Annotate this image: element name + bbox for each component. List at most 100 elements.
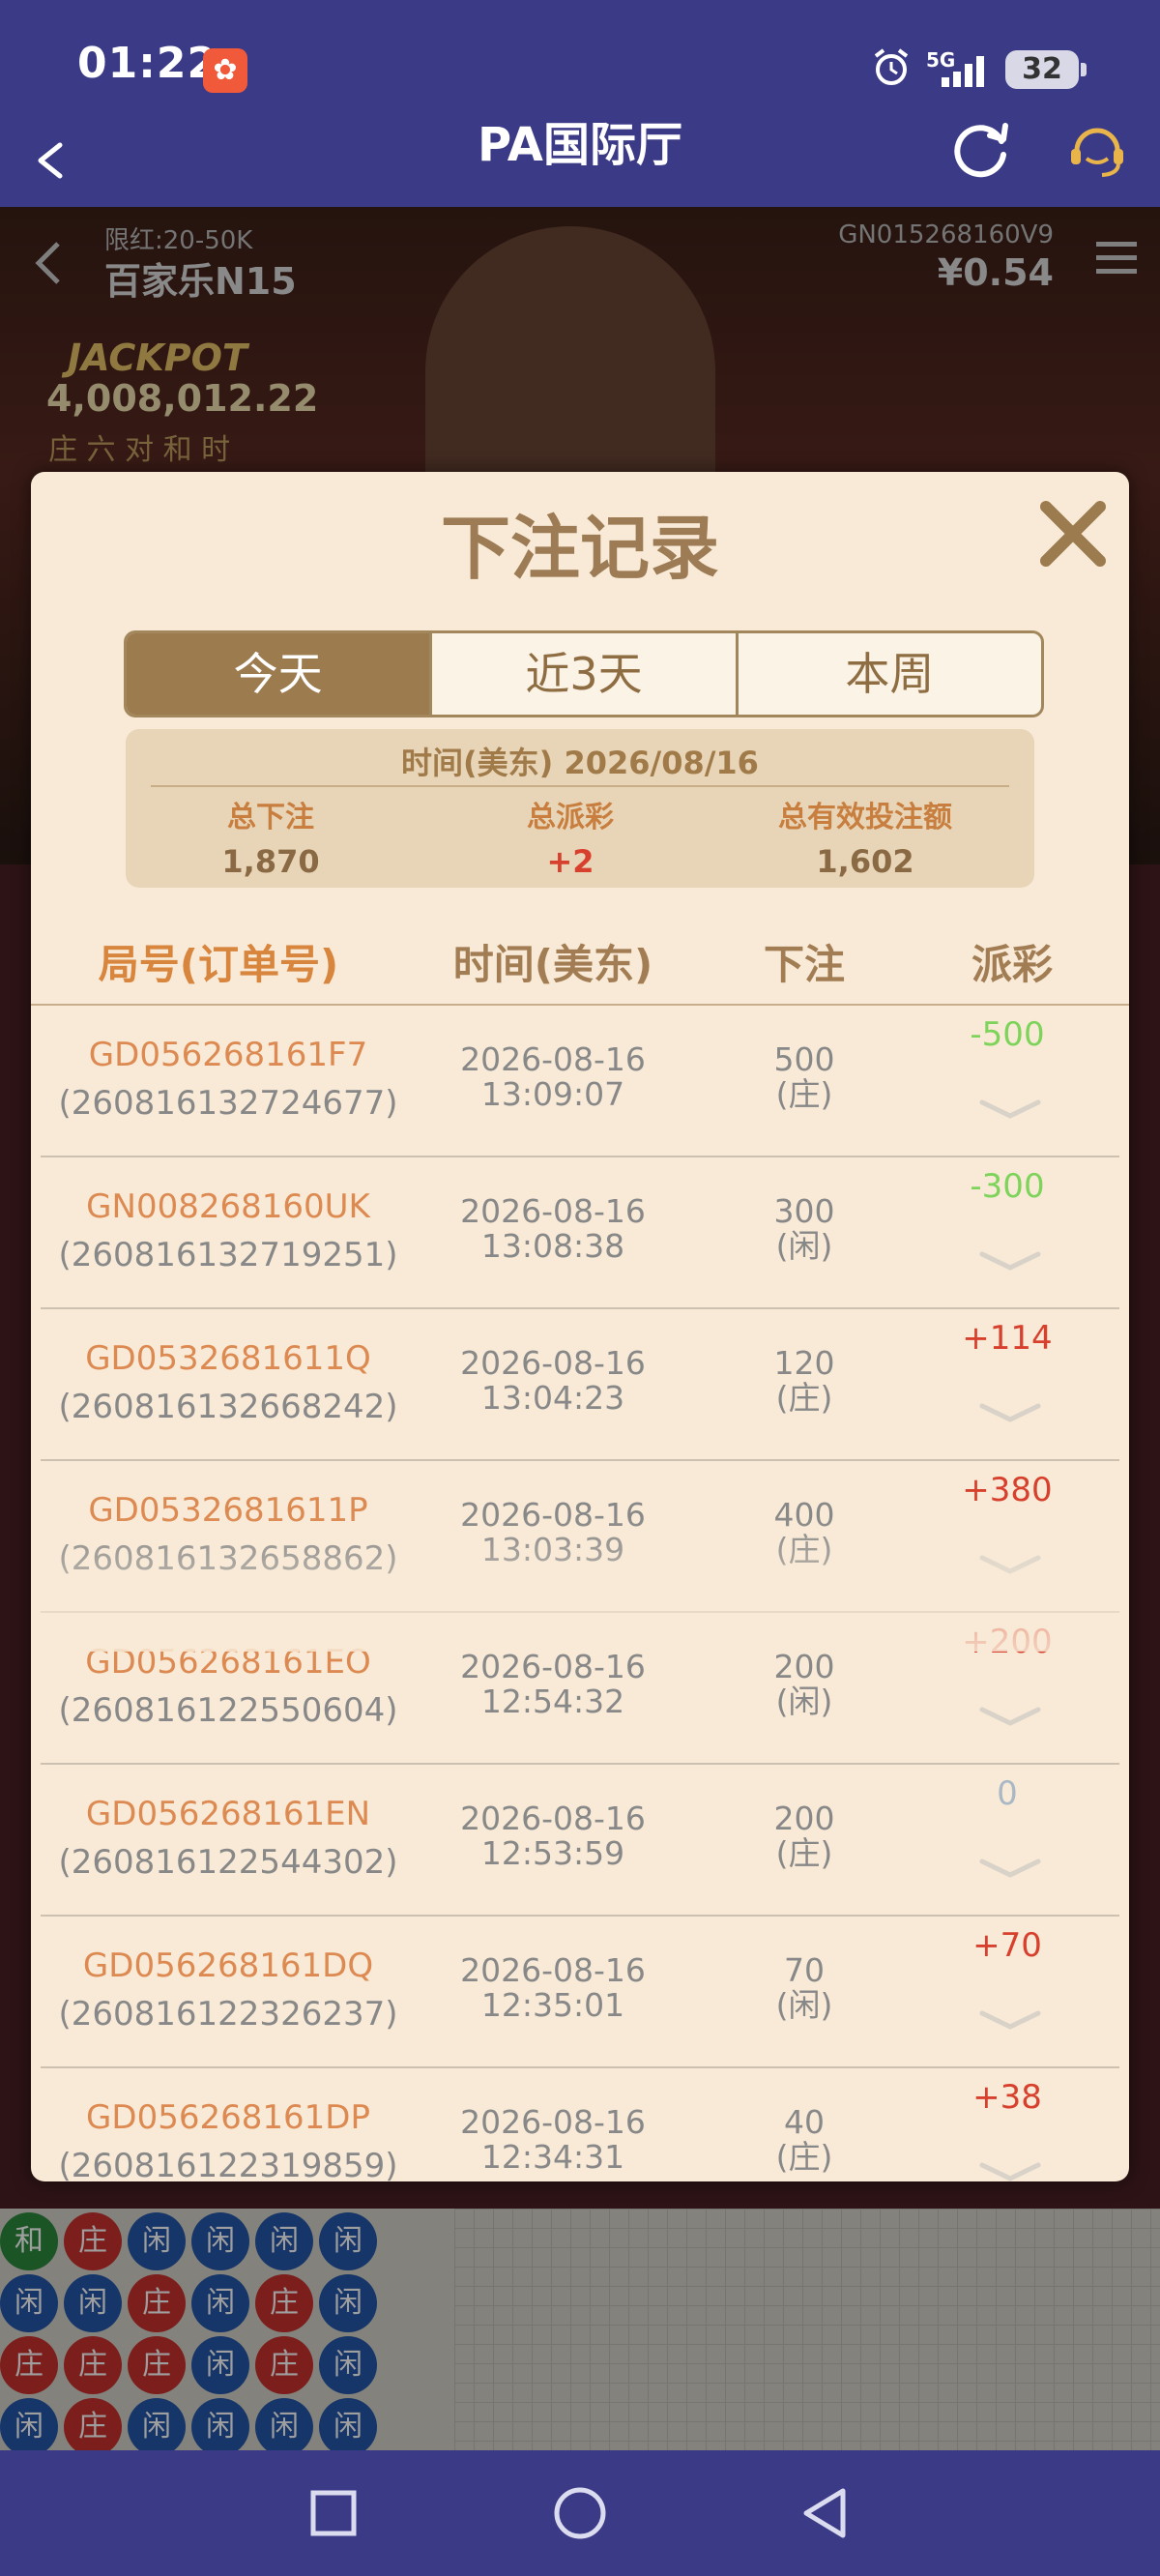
chevron-down-icon[interactable]: [976, 1854, 1044, 1883]
round-cell: GD0532681611Q (260816132668242): [41, 1334, 416, 1431]
total-valid-label: 总有效投注额: [778, 801, 952, 834]
bet-side: (庄): [775, 1834, 833, 1872]
table-row[interactable]: GD0532681611Q (260816132668242) 2026-08-16…: [41, 1309, 1119, 1461]
dialog-title: 下注记录: [440, 508, 719, 589]
payout-value: +114: [962, 1319, 1053, 1358]
bet-amount: 120: [773, 1344, 835, 1382]
summary-date: 时间(美东) 2026/08/16: [401, 745, 759, 781]
status-bar: 01:22 ✿ 5G 32: [0, 0, 1160, 116]
bet-cell: 70 (闲): [698, 1953, 911, 2023]
order-number: (260816122326237): [58, 1995, 398, 2034]
round-cell: GN008268160UK (260816132719251): [41, 1183, 416, 1279]
table-row[interactable]: GN008268160UK (260816132719251) 2026-08-16…: [41, 1157, 1119, 1309]
bet-side: (闲): [775, 1986, 833, 2024]
total-bet: 总下注 1,870: [164, 793, 377, 880]
bet-records-list[interactable]: GD056268161F7 (260816132724677) 2026-08-16…: [41, 1006, 1119, 2181]
bet-time: 12:53:59: [480, 1834, 625, 1872]
refresh-icon[interactable]: [947, 116, 1015, 184]
app-header: PA国际厅: [0, 116, 1160, 207]
bet-time: 13:09:07: [480, 1075, 625, 1113]
payout-value: +38: [972, 2078, 1042, 2117]
close-icon[interactable]: [1032, 493, 1114, 574]
bet-date: 2026-08-16: [460, 1800, 646, 1837]
bet-amount: 500: [773, 1040, 835, 1078]
bet-amount: 70: [784, 1951, 825, 1989]
column-header-round: 局号(订单号): [98, 941, 339, 988]
system-nav-bar: [0, 2450, 1160, 2576]
total-payout: 总派彩 +2: [464, 793, 677, 880]
round-cell: GD056268161EO (260816122550604): [41, 1638, 416, 1735]
bet-cell: 200 (庄): [698, 1801, 911, 1871]
table-row[interactable]: GD056268161DQ (260816122326237) 2026-08-16…: [41, 1917, 1119, 2068]
round-cell: GD056268161DQ (260816122326237): [41, 1942, 416, 2038]
status-time: 01:22: [77, 39, 218, 88]
total-bet-value: 1,870: [221, 843, 320, 880]
battery-icon: 32: [1005, 50, 1087, 89]
tab-this-week[interactable]: 本周: [739, 633, 1041, 715]
chevron-down-icon[interactable]: [976, 1702, 1044, 1731]
payout-value: +70: [972, 1926, 1042, 1965]
chevron-down-icon[interactable]: [976, 1550, 1044, 1579]
total-valid-bet: 总有效投注额 1,602: [725, 793, 1005, 880]
bet-time: 12:34:31: [480, 2138, 625, 2176]
bet-side: (庄): [775, 1531, 833, 1568]
time-cell: 2026-08-16 13:08:38: [408, 1194, 698, 1264]
bet-side: (庄): [775, 2138, 833, 2176]
home-icon[interactable]: [546, 2479, 614, 2547]
app-notification-icon: ✿: [203, 48, 247, 93]
bet-history-dialog: 下注记录 今天 近3天 本周 时间(美东) 2026/08/16 总下注 1,8…: [31, 472, 1129, 2181]
date-range-tabs: 今天 近3天 本周: [124, 630, 1044, 717]
bet-side: (庄): [775, 1379, 833, 1417]
customer-service-icon[interactable]: [1063, 116, 1131, 184]
chevron-down-icon[interactable]: [976, 2157, 1044, 2181]
order-number: (260816132668242): [58, 1388, 398, 1426]
bet-date: 2026-08-16: [460, 2103, 646, 2141]
time-cell: 2026-08-16 13:04:23: [408, 1346, 698, 1416]
summary-card: 时间(美东) 2026/08/16 总下注 1,870 总派彩 +2 总有效投注…: [126, 729, 1034, 888]
chevron-down-icon[interactable]: [976, 2005, 1044, 2034]
time-cell: 2026-08-16 12:53:59: [408, 1801, 698, 1871]
order-number: (260816122544302): [58, 1843, 398, 1882]
table-row[interactable]: GD056268161F7 (260816132724677) 2026-08-16…: [41, 1006, 1119, 1157]
payout-value: -300: [970, 1167, 1045, 1206]
column-header-time: 时间(美东): [452, 941, 653, 988]
bet-cell: 120 (庄): [698, 1346, 911, 1416]
time-cell: 2026-08-16 13:09:07: [408, 1042, 698, 1112]
round-cell: GD056268161EN (260816122544302): [41, 1790, 416, 1887]
round-number: GD056268161F7: [88, 1036, 368, 1074]
time-cell: 2026-08-16 13:03:39: [408, 1498, 698, 1567]
bet-cell: 400 (庄): [698, 1498, 911, 1567]
table-row[interactable]: GD056268161EN (260816122544302) 2026-08-16…: [41, 1765, 1119, 1917]
round-cell: GD056268161DP (260816122319859): [41, 2093, 416, 2181]
chevron-down-icon[interactable]: [976, 1095, 1044, 1124]
table-header: 局号(订单号) 时间(美东) 下注 派彩: [31, 926, 1129, 1006]
column-header-bet: 下注: [763, 941, 845, 988]
chevron-down-icon[interactable]: [976, 1398, 1044, 1427]
bet-amount: 200: [773, 1648, 835, 1685]
order-number: (260816122550604): [58, 1691, 398, 1730]
tab-last-3-days[interactable]: 近3天: [432, 633, 739, 715]
table-row[interactable]: GD0532681611P (260816132658862) 2026-08-16…: [41, 1461, 1119, 1613]
bet-side: (闲): [775, 1683, 833, 1720]
total-bet-label: 总下注: [227, 801, 314, 834]
order-number: (260816122319859): [58, 2147, 398, 2181]
total-valid-value: 1,602: [816, 843, 914, 880]
bet-time: 13:04:23: [480, 1379, 625, 1417]
table-row[interactable]: GD056268161EO (260816122550604) 2026-08-16…: [41, 1613, 1119, 1765]
round-number: GD056268161EO: [85, 1643, 371, 1682]
tab-today[interactable]: 今天: [127, 633, 433, 715]
time-cell: 2026-08-16 12:34:31: [408, 2105, 698, 2175]
bet-date: 2026-08-16: [460, 1648, 646, 1685]
recent-apps-icon[interactable]: [300, 2479, 367, 2547]
chevron-down-icon[interactable]: [976, 1246, 1044, 1275]
order-number: (260816132658862): [58, 1539, 398, 1578]
table-row[interactable]: GD056268161DP (260816122319859) 2026-08-16…: [41, 2068, 1119, 2181]
payout-value: 0: [997, 1774, 1018, 1813]
bet-cell: 500 (庄): [698, 1042, 911, 1112]
bet-amount: 300: [773, 1192, 835, 1230]
bet-side: (闲): [775, 1227, 833, 1265]
bet-date: 2026-08-16: [460, 1040, 646, 1078]
back-nav-icon[interactable]: [793, 2479, 860, 2547]
alarm-icon: [874, 48, 909, 85]
bet-side: (庄): [775, 1075, 833, 1113]
